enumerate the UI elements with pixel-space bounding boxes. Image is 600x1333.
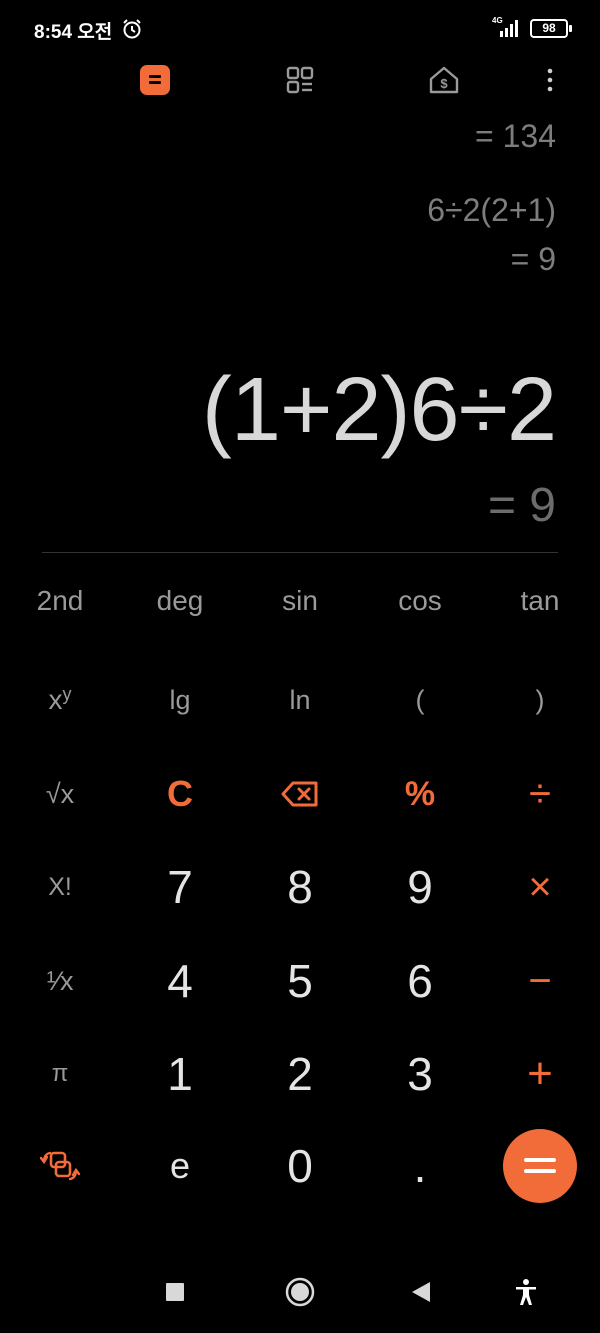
calculator-icon xyxy=(140,65,170,95)
digit-4-key[interactable]: 4 xyxy=(120,938,240,1024)
digit-9-key[interactable]: 9 xyxy=(360,844,480,930)
power-key[interactable]: xy xyxy=(0,657,120,743)
more-options-button[interactable] xyxy=(525,60,575,100)
cos-key[interactable]: cos xyxy=(360,558,480,644)
equals-button[interactable] xyxy=(503,1129,577,1203)
backspace-icon xyxy=(281,781,318,807)
log-key[interactable]: lg xyxy=(120,657,240,743)
close-paren-key[interactable]: ) xyxy=(480,657,600,743)
sqrt-key[interactable]: √x xyxy=(0,751,120,837)
power-key-exponent: y xyxy=(62,683,72,704)
accessibility-button[interactable] xyxy=(506,1272,546,1312)
converter-tab-button[interactable] xyxy=(275,60,325,100)
expression-display[interactable]: (1+2)6÷2 xyxy=(202,360,557,460)
battery-icon: 98 xyxy=(530,19,572,38)
grid-icon xyxy=(286,66,314,94)
ln-key[interactable]: ln xyxy=(240,657,360,743)
euler-key[interactable]: e xyxy=(120,1123,240,1209)
second-function-key[interactable]: 2nd xyxy=(0,558,120,644)
mortgage-tab-button[interactable]: $ xyxy=(419,60,469,100)
digit-1-key[interactable]: 1 xyxy=(120,1031,240,1117)
more-vertical-icon xyxy=(547,68,553,92)
equals-icon xyxy=(524,1158,556,1173)
home-button[interactable] xyxy=(280,1272,320,1312)
back-button[interactable] xyxy=(401,1272,441,1312)
divider xyxy=(42,552,558,553)
power-key-base: x xyxy=(48,684,63,715)
pi-key[interactable]: π xyxy=(0,1031,120,1117)
square-icon xyxy=(166,1283,184,1301)
swap-mode-icon xyxy=(40,1151,80,1181)
tan-key[interactable]: tan xyxy=(480,558,600,644)
accessibility-icon xyxy=(516,1279,536,1305)
factorial-key[interactable]: X! xyxy=(0,844,120,930)
open-paren-key[interactable]: ( xyxy=(360,657,480,743)
alarm-icon xyxy=(123,19,141,39)
plus-key[interactable]: + xyxy=(480,1031,600,1117)
sin-key[interactable]: sin xyxy=(240,558,360,644)
minus-key[interactable]: − xyxy=(480,938,600,1024)
calculator-tab-button[interactable] xyxy=(130,60,180,100)
signal-icon xyxy=(500,20,518,37)
triangle-back-icon xyxy=(412,1282,430,1302)
svg-text:$: $ xyxy=(440,76,448,91)
multiply-key[interactable]: × xyxy=(480,844,600,930)
digit-0-key[interactable]: 0 xyxy=(240,1123,360,1209)
history-result[interactable]: = 134 xyxy=(475,116,556,156)
digit-2-key[interactable]: 2 xyxy=(240,1031,360,1117)
clear-key[interactable]: C xyxy=(120,751,240,837)
decimal-key[interactable]: . xyxy=(360,1123,480,1209)
history-result[interactable]: = 9 xyxy=(511,239,556,279)
status-time: 8:54 오전 xyxy=(34,22,113,43)
result-display: = 9 xyxy=(487,479,556,532)
reciprocal-key[interactable]: ¹⁄x xyxy=(0,938,120,1024)
digit-3-key[interactable]: 3 xyxy=(360,1031,480,1117)
degree-mode-key[interactable]: deg xyxy=(120,558,240,644)
house-dollar-icon: $ xyxy=(429,66,459,94)
percent-key[interactable]: % xyxy=(360,751,480,837)
history-expression[interactable]: 6÷2(2+1) xyxy=(427,190,556,230)
switch-mode-key[interactable] xyxy=(0,1123,120,1209)
backspace-key[interactable] xyxy=(240,751,360,837)
digit-7-key[interactable]: 7 xyxy=(120,844,240,930)
digit-8-key[interactable]: 8 xyxy=(240,844,360,930)
status-bar: 8:54 오전 4G 98 xyxy=(0,0,600,58)
divide-key[interactable]: ÷ xyxy=(480,751,600,837)
recents-button[interactable] xyxy=(155,1272,195,1312)
digit-6-key[interactable]: 6 xyxy=(360,938,480,1024)
circle-icon xyxy=(285,1277,315,1307)
digit-5-key[interactable]: 5 xyxy=(240,938,360,1024)
battery-level: 98 xyxy=(542,21,556,35)
